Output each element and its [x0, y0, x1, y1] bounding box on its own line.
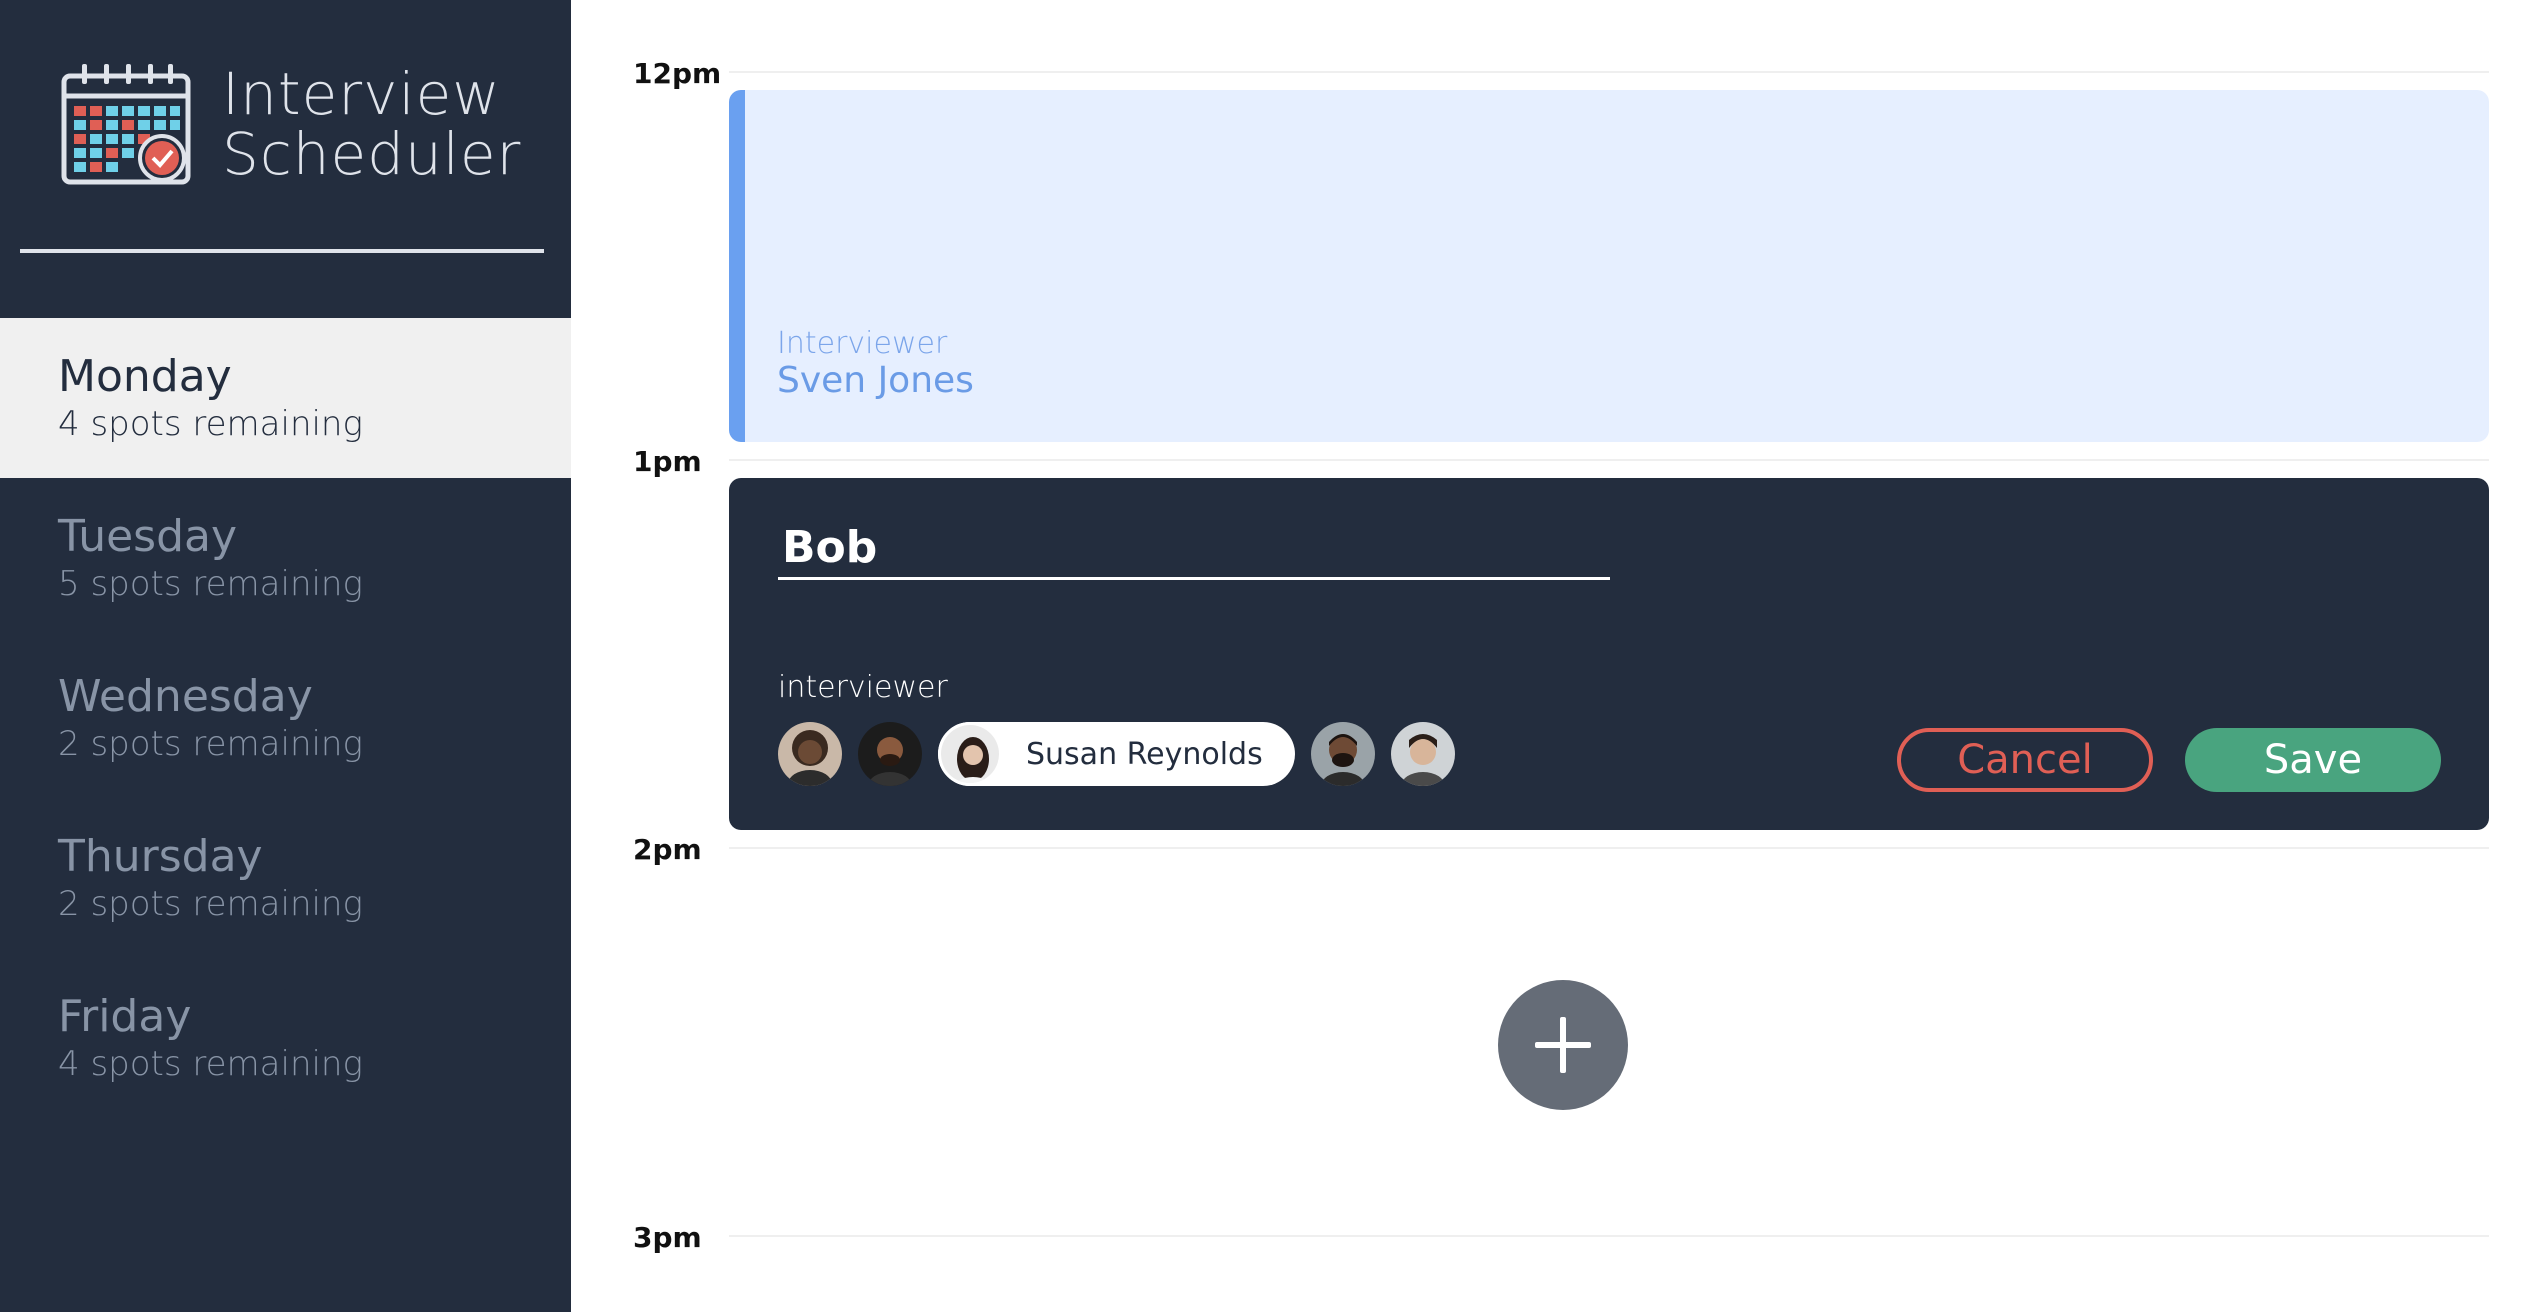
booked-appointment[interactable]: Interviewer Sven Jones: [729, 90, 2489, 442]
time-label-3pm: 3pm: [633, 1221, 702, 1254]
appointment-form: interviewer Susan Reynolds Cancel Sav: [729, 478, 2489, 830]
day-item-monday[interactable]: Monday 4 spots remaining: [0, 318, 571, 478]
save-button[interactable]: Save: [2185, 728, 2441, 792]
day-name: Monday: [58, 351, 232, 402]
day-name: Wednesday: [58, 671, 313, 722]
cancel-button[interactable]: Cancel: [1897, 728, 2153, 792]
interviewer-avatar[interactable]: [858, 722, 922, 786]
app-brand: Interview Scheduler: [60, 62, 521, 186]
app-title-line2: Scheduler: [222, 120, 522, 188]
day-name: Friday: [58, 991, 192, 1042]
day-name: Tuesday: [58, 511, 238, 562]
day-item-friday[interactable]: Friday 4 spots remaining: [0, 958, 571, 1118]
day-spots-remaining: 2 spots remaining: [58, 724, 363, 764]
interviewer-avatar: [938, 722, 1002, 786]
sidebar-divider: [20, 249, 544, 253]
day-item-wednesday[interactable]: Wednesday 2 spots remaining: [0, 638, 571, 798]
add-appointment-button[interactable]: [1498, 980, 1628, 1110]
day-list: Monday 4 spots remaining Tuesday 5 spots…: [0, 318, 571, 1118]
student-name-input[interactable]: [778, 518, 1610, 580]
day-spots-remaining: 4 spots remaining: [58, 404, 363, 444]
plus-icon: [1535, 1017, 1591, 1073]
day-item-thursday[interactable]: Thursday 2 spots remaining: [0, 798, 571, 958]
day-item-tuesday[interactable]: Tuesday 5 spots remaining: [0, 478, 571, 638]
app-title-line1: Interview: [222, 60, 501, 128]
interviewer-avatar[interactable]: [1390, 722, 1455, 786]
hour-divider: [729, 459, 2489, 461]
hour-divider: [729, 847, 2489, 849]
day-spots-remaining: 5 spots remaining: [58, 564, 363, 604]
interviewer-list-label: interviewer: [778, 670, 948, 705]
calendar-check-icon: [61, 64, 191, 185]
day-spots-remaining: 2 spots remaining: [58, 884, 363, 924]
interviewer-selected-name: Susan Reynolds: [1026, 736, 1263, 772]
interviewer-avatar[interactable]: [778, 722, 842, 786]
interviewer-label: Interviewer: [777, 326, 948, 361]
interviewer-list: Susan Reynolds: [778, 722, 1471, 786]
interviewer-selected[interactable]: Susan Reynolds: [938, 722, 1295, 786]
day-name: Thursday: [58, 831, 263, 882]
sidebar: Interview Scheduler Monday 4 spots remai…: [0, 0, 571, 1312]
time-label-1pm: 1pm: [633, 445, 702, 478]
time-label-2pm: 2pm: [633, 833, 702, 866]
time-label-12pm: 12pm: [633, 57, 722, 90]
hour-divider: [729, 1235, 2489, 1237]
hour-divider: [729, 71, 2489, 73]
interviewer-avatar[interactable]: [1310, 722, 1375, 786]
interviewer-name: Sven Jones: [777, 360, 974, 401]
day-spots-remaining: 4 spots remaining: [58, 1044, 363, 1084]
app-title: Interview Scheduler: [222, 64, 521, 184]
